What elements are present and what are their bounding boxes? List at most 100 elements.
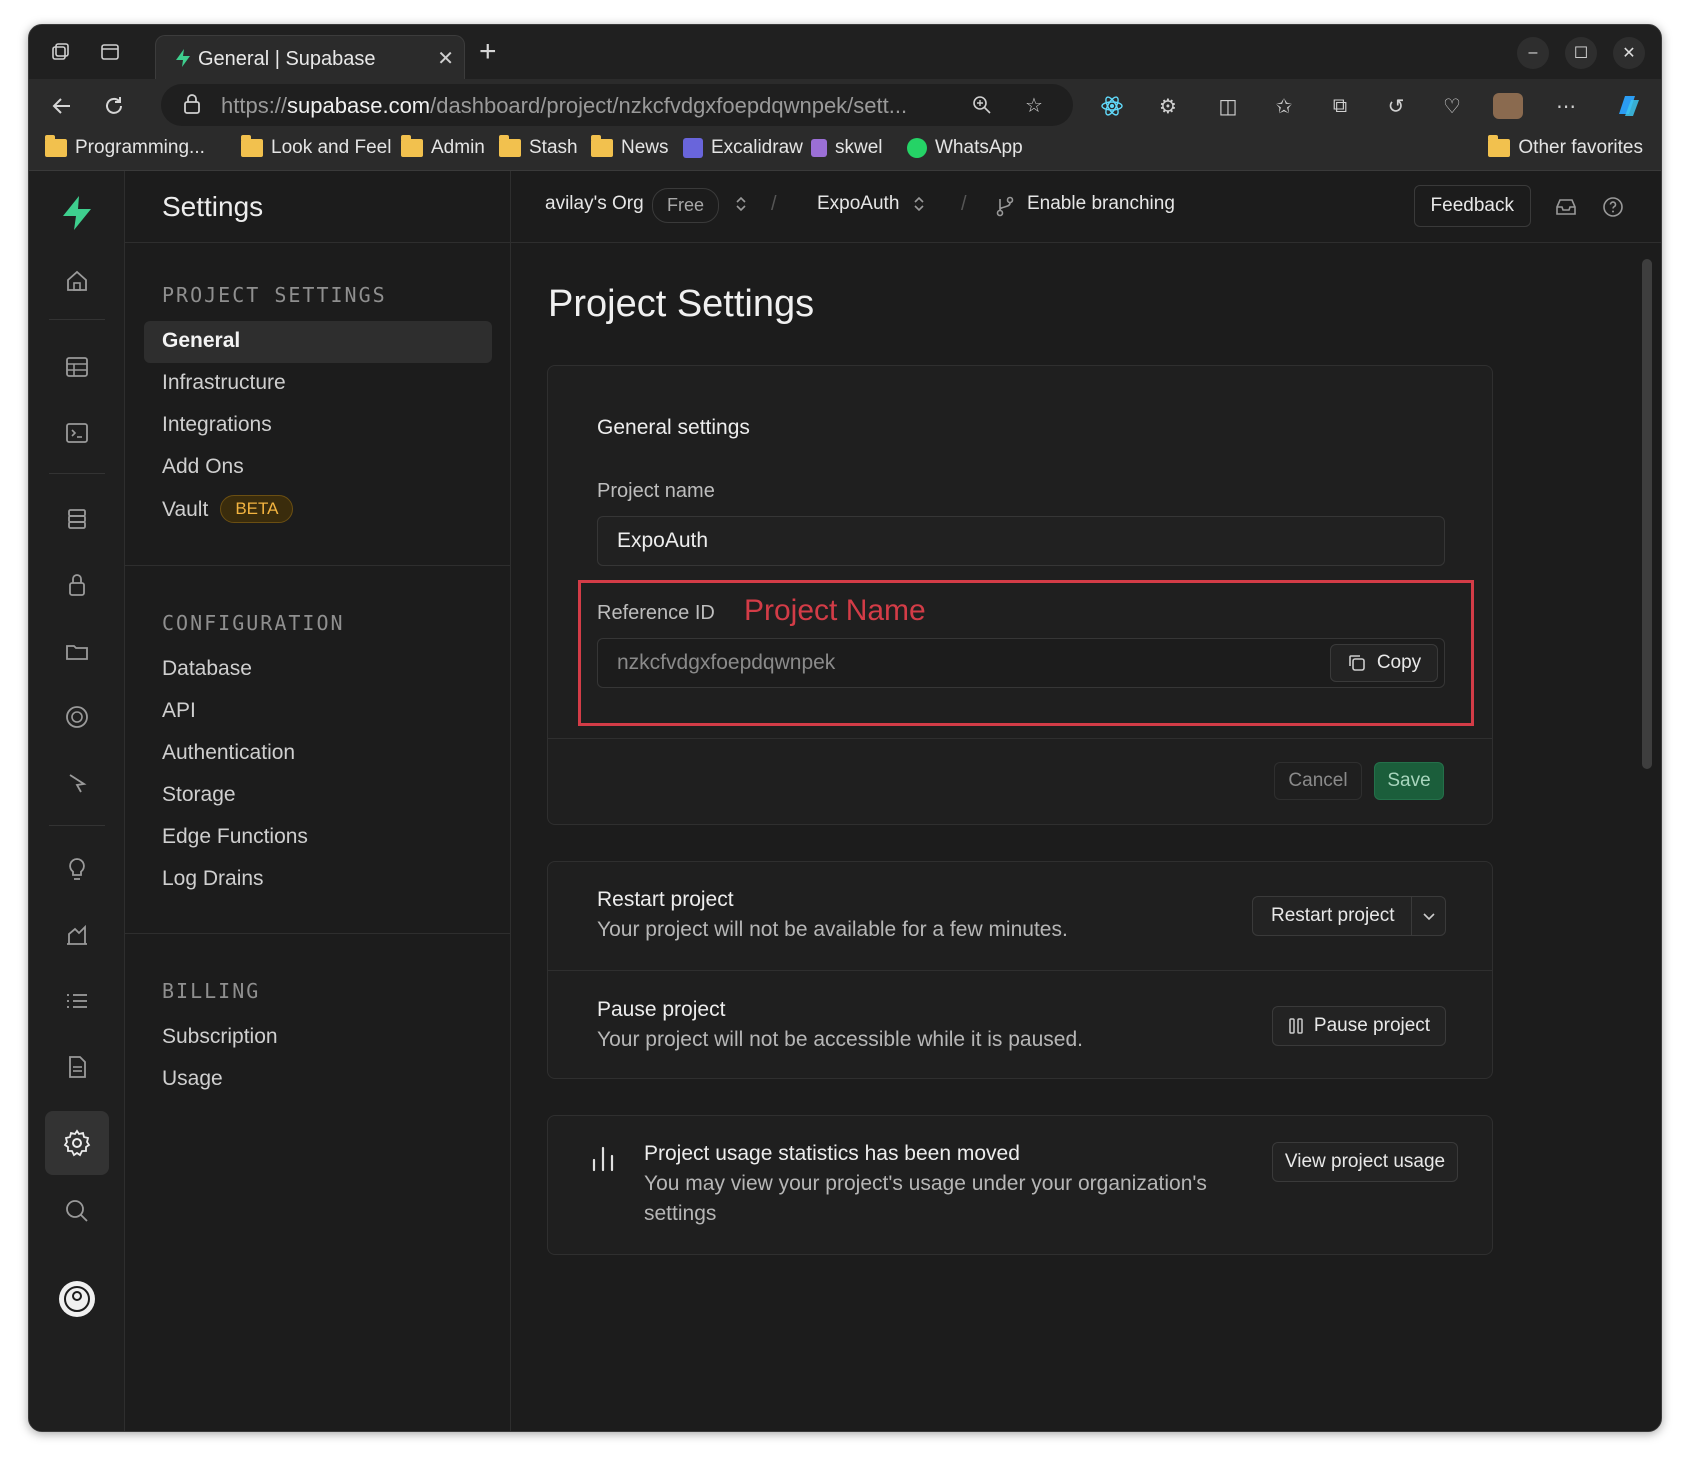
logs-icon[interactable] xyxy=(51,975,103,1027)
close-tab-icon[interactable]: ✕ xyxy=(437,46,454,71)
react-devtools-icon[interactable] xyxy=(1097,91,1127,121)
collections-icon[interactable]: ⧉ xyxy=(1325,91,1355,121)
history-icon[interactable]: ↺ xyxy=(1381,91,1411,121)
project-name-crumb[interactable]: ExpoAuth xyxy=(817,193,899,215)
browser-window: General | Supabase ✕ + – ☐ ✕ https://sup… xyxy=(28,24,1662,1432)
url-field[interactable]: https://supabase.com/dashboard/project/n… xyxy=(161,84,1073,126)
sidebar-item-storage[interactable]: Storage xyxy=(162,783,236,807)
bookmark-look-and-feel[interactable]: Look and Feel xyxy=(241,135,391,159)
chevron-down-icon[interactable] xyxy=(1411,897,1445,935)
profile-avatar[interactable] xyxy=(1493,91,1523,121)
scrollbar[interactable] xyxy=(1639,243,1655,1431)
settings-gear-icon[interactable] xyxy=(45,1111,109,1175)
copy-icon xyxy=(1349,655,1365,671)
supabase-favicon-icon xyxy=(176,49,190,67)
reference-id-label: Reference ID xyxy=(597,602,715,624)
inbox-icon[interactable] xyxy=(1555,197,1577,217)
folder-icon xyxy=(45,135,67,157)
org-switcher-icon[interactable] xyxy=(735,195,747,213)
advisors-icon[interactable] xyxy=(51,843,103,895)
sidebar-item-authentication[interactable]: Authentication xyxy=(162,741,295,765)
cancel-button[interactable]: Cancel xyxy=(1274,762,1362,800)
copy-button[interactable]: Copy xyxy=(1330,644,1438,682)
close-window-icon[interactable]: ✕ xyxy=(1613,37,1645,69)
scrollbar-thumb[interactable] xyxy=(1642,259,1652,769)
sidebar-item-edge-functions[interactable]: Edge Functions xyxy=(162,825,308,849)
bookmark-news[interactable]: News xyxy=(591,135,669,159)
bookmark-whatsapp[interactable]: WhatsApp xyxy=(907,137,1023,159)
feedback-button[interactable]: Feedback xyxy=(1413,185,1531,227)
bookmark-stash[interactable]: Stash xyxy=(499,135,578,159)
zoom-icon[interactable] xyxy=(967,90,997,120)
breadcrumb-separator: / xyxy=(961,193,967,215)
enable-branching-button[interactable]: Enable branching xyxy=(1027,193,1175,215)
sql-editor-icon[interactable] xyxy=(51,407,103,459)
reports-icon[interactable] xyxy=(51,909,103,961)
bookmark-admin[interactable]: Admin xyxy=(401,135,485,159)
more-options-icon[interactable]: ⋯ xyxy=(1551,91,1581,121)
bookmark-other-favorites[interactable]: Other favorites xyxy=(1488,135,1643,159)
search-icon[interactable] xyxy=(51,1185,103,1237)
skwel-icon xyxy=(811,139,827,157)
home-icon[interactable] xyxy=(51,255,103,307)
sidebar-item-usage[interactable]: Usage xyxy=(162,1067,223,1091)
minimize-icon[interactable]: – xyxy=(1517,37,1549,69)
browser-essentials-icon[interactable]: ♡ xyxy=(1437,91,1467,121)
api-docs-icon[interactable] xyxy=(51,1041,103,1093)
save-button[interactable]: Save xyxy=(1374,762,1444,800)
browser-tab[interactable]: General | Supabase ✕ xyxy=(155,35,465,81)
general-settings-heading: General settings xyxy=(597,416,750,439)
back-icon[interactable] xyxy=(47,91,77,121)
new-tab-icon[interactable]: + xyxy=(479,37,497,67)
view-project-usage-button[interactable]: View project usage xyxy=(1272,1142,1458,1182)
org-name[interactable]: avilay's Org xyxy=(545,193,644,215)
maximize-icon[interactable]: ☐ xyxy=(1565,37,1597,69)
sidebar-item-database[interactable]: Database xyxy=(162,657,252,681)
split-screen-icon[interactable]: ◫ xyxy=(1213,91,1243,121)
usage-moved-description-line1: You may view your project's usage under … xyxy=(644,1172,1207,1195)
workspaces-icon[interactable] xyxy=(47,39,73,65)
restart-project-button[interactable]: Restart project xyxy=(1252,896,1446,936)
bookmark-excalidraw[interactable]: Excalidraw xyxy=(683,137,803,159)
favorite-star-icon[interactable]: ☆ xyxy=(1019,90,1049,120)
project-switcher-icon[interactable] xyxy=(913,195,925,213)
sidebar-item-infrastructure[interactable]: Infrastructure xyxy=(162,371,286,395)
folder-icon xyxy=(499,135,521,157)
bookmark-skwel[interactable]: skwel xyxy=(811,137,883,159)
user-avatar[interactable] xyxy=(51,1273,103,1325)
sidebar-item-integrations[interactable]: Integrations xyxy=(162,413,272,437)
reference-id-input[interactable]: nzkcfvdgxfoepdqwnpek xyxy=(597,638,1445,688)
favorites-icon[interactable]: ✩ xyxy=(1269,91,1299,121)
realtime-icon[interactable] xyxy=(51,691,103,743)
bookmark-programming[interactable]: Programming... xyxy=(45,135,205,159)
supabase-logo-icon[interactable] xyxy=(51,187,103,239)
extensions-icon[interactable]: ⚙ xyxy=(1153,91,1183,121)
page-title: Project Settings xyxy=(548,283,815,325)
copilot-icon[interactable] xyxy=(1613,91,1643,121)
sidebar-item-general[interactable]: General xyxy=(162,329,240,353)
storage-icon[interactable] xyxy=(51,625,103,677)
folder-icon xyxy=(1488,135,1511,157)
beta-badge: BETA xyxy=(220,495,294,523)
plan-badge: Free xyxy=(652,188,720,223)
sidebar-item-vault[interactable]: Vault BETA xyxy=(162,495,294,523)
edge-functions-icon[interactable] xyxy=(51,757,103,809)
sidebar-item-subscription[interactable]: Subscription xyxy=(162,1025,278,1049)
pause-project-button[interactable]: Pause project xyxy=(1272,1006,1446,1046)
help-icon[interactable] xyxy=(1601,195,1625,219)
address-bar-row: https://supabase.com/dashboard/project/n… xyxy=(29,79,1661,131)
tab-bar: General | Supabase ✕ + – ☐ ✕ xyxy=(29,25,1661,81)
sidebar-item-api[interactable]: API xyxy=(162,699,196,723)
folder-icon xyxy=(241,135,263,157)
sidebar-item-log-drains[interactable]: Log Drains xyxy=(162,867,264,891)
sidebar-item-add-ons[interactable]: Add Ons xyxy=(162,455,244,479)
project-name-input[interactable]: ExpoAuth xyxy=(597,516,1445,566)
authentication-icon[interactable] xyxy=(51,559,103,611)
refresh-icon[interactable] xyxy=(99,91,129,121)
bookmarks-bar: Programming... Look and Feel Admin Stash… xyxy=(29,131,1661,171)
tab-actions-icon[interactable] xyxy=(97,39,123,65)
database-icon[interactable] xyxy=(51,493,103,545)
table-editor-icon[interactable] xyxy=(51,341,103,393)
settings-sidebar: Settings PROJECT SETTINGS General Infras… xyxy=(125,171,511,1431)
breadcrumb-separator: / xyxy=(771,193,777,215)
